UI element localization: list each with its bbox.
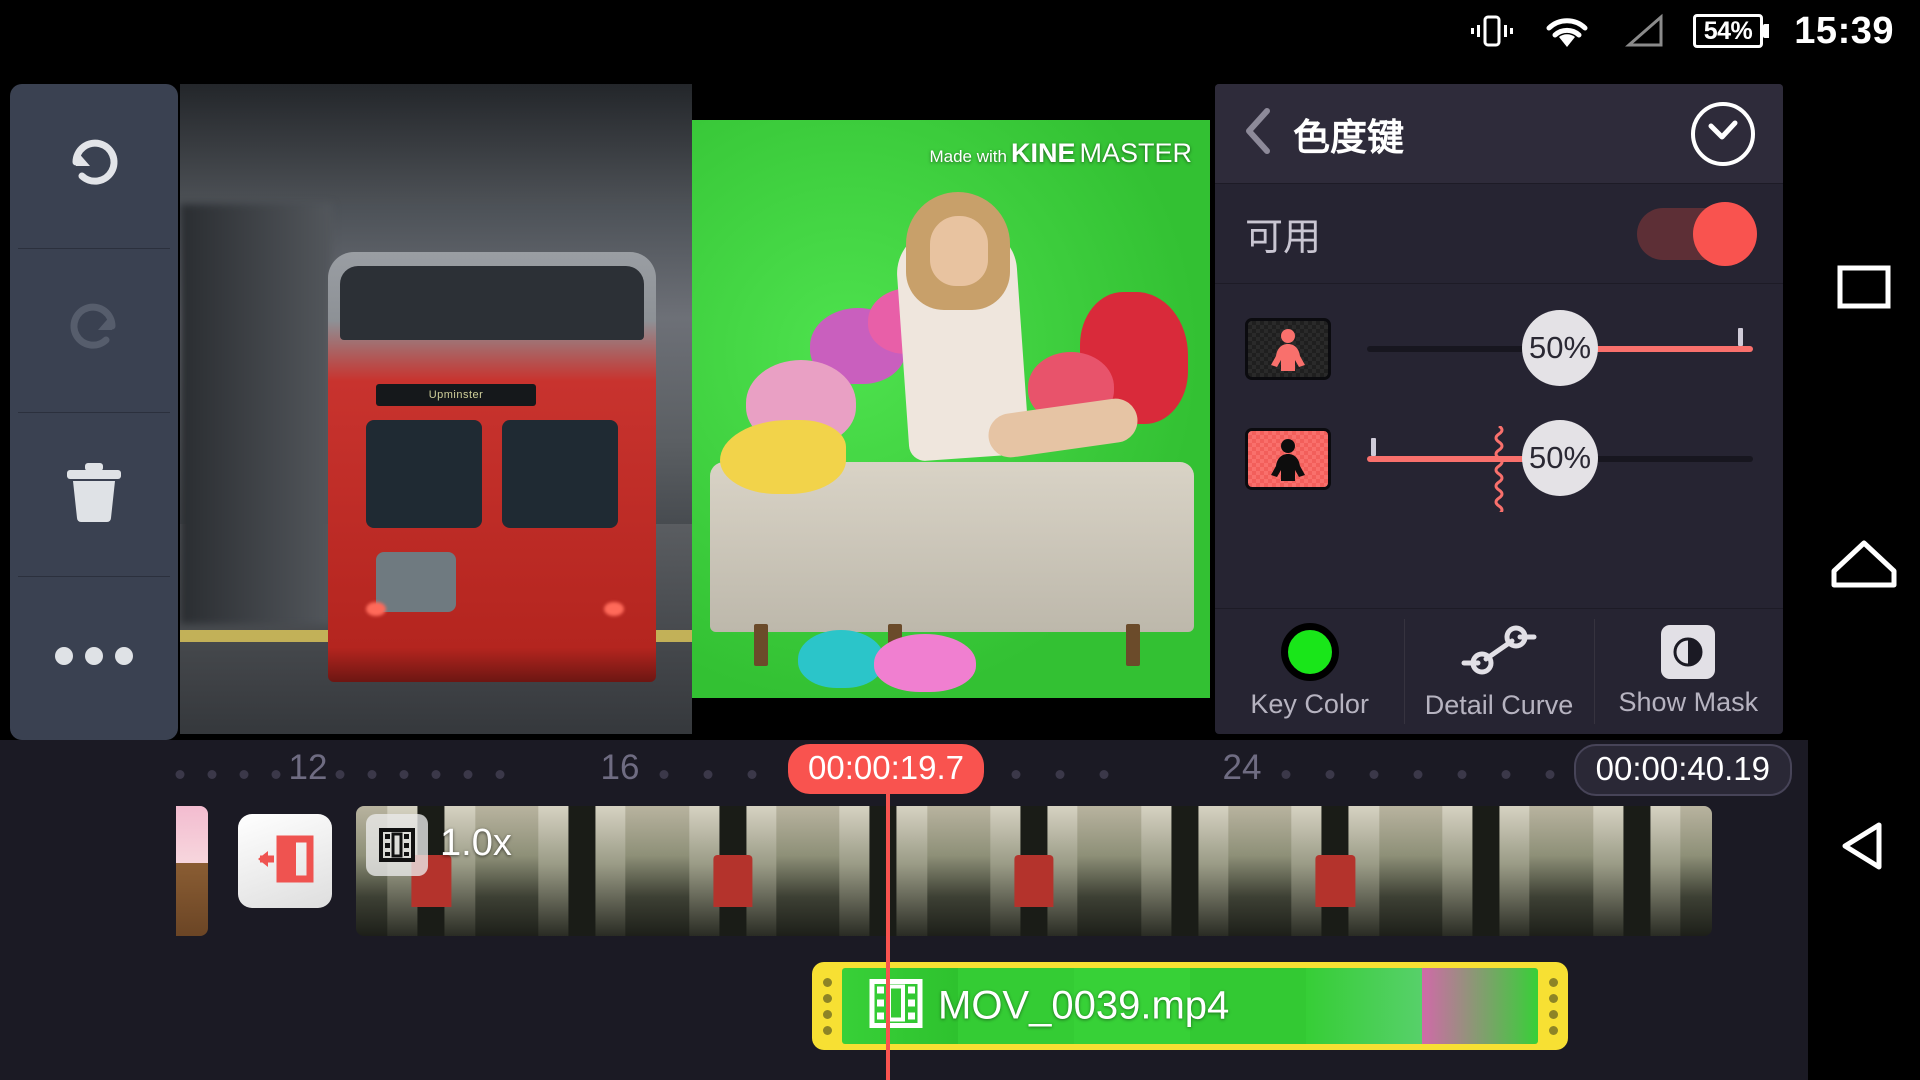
home-button[interactable] <box>1829 537 1899 596</box>
background-slider-track[interactable]: 50% <box>1367 418 1753 500</box>
toolbar-group-primary <box>10 84 178 740</box>
foreground-slider-track[interactable]: 50% <box>1367 308 1753 390</box>
redo-icon <box>56 290 132 371</box>
key-color-label: Key Color <box>1250 689 1369 719</box>
panel-title: 色度键 <box>1293 116 1404 158</box>
total-duration-badge[interactable]: 00:00:40.19 <box>1573 744 1792 796</box>
panel-header: 色度键 <box>1215 84 1783 184</box>
chroma-enable-label: 可用 <box>1245 217 1322 259</box>
battery-level: 54% <box>1703 16 1753 45</box>
panel-back-button[interactable] <box>1237 107 1279 160</box>
kinemaster-watermark: Made with KINE MASTER <box>929 138 1192 169</box>
timeline-clip-previous[interactable] <box>176 806 208 936</box>
chroma-enable-row[interactable]: 可用 <box>1215 184 1783 284</box>
clip-layer-filename: MOV_0039.mp4 <box>938 983 1230 1028</box>
toggle-knob <box>1693 201 1757 266</box>
ruler-label: 16 <box>600 748 640 787</box>
foreground-slider-knob[interactable]: 50% <box>1522 310 1598 386</box>
watermark-prefix: Made with <box>929 147 1007 166</box>
clip-handle-left[interactable] <box>812 977 842 1035</box>
chroma-enable-toggle[interactable] <box>1637 201 1757 266</box>
train-destination-sign: Upminster <box>376 384 536 406</box>
android-nav-bar <box>1808 62 1920 1080</box>
timeline-ruler[interactable]: 12 16 24 28 <box>175 740 1808 794</box>
curve-nodes-icon <box>1460 623 1538 682</box>
undo-button[interactable] <box>10 84 178 248</box>
undo-icon <box>56 126 132 207</box>
vibrate-icon <box>1469 11 1515 51</box>
recents-button[interactable] <box>1835 262 1893 317</box>
timeline-clip-main[interactable]: 1.0x <box>356 806 1712 936</box>
signal-icon <box>1619 11 1667 51</box>
battery-indicator: 54% <box>1692 14 1770 48</box>
trash-icon <box>59 454 129 535</box>
silhouette-red-icon <box>1245 428 1331 490</box>
transition-button[interactable] <box>238 814 332 908</box>
background-slider-knob[interactable]: 50% <box>1522 420 1598 496</box>
status-clock: 15:39 <box>1794 9 1894 52</box>
show-mask-label: Show Mask <box>1618 687 1759 717</box>
slider-tick-mark <box>1370 438 1376 456</box>
playhead-time-badge[interactable]: 00:00:19.7 <box>788 744 984 794</box>
clip-layer-thumbnails: MOV_0039.mp4 <box>842 968 1538 1044</box>
detail-curve-label: Detail Curve <box>1424 689 1574 720</box>
preview-overlay-layer[interactable]: Made with KINE MASTER <box>692 120 1210 698</box>
ruler-label: 12 <box>288 748 328 787</box>
redo-button[interactable] <box>10 248 178 412</box>
slider-link-spring <box>1491 424 1507 516</box>
wifi-icon <box>1541 11 1593 51</box>
slider-tick-mark <box>1737 328 1743 346</box>
playhead-line[interactable] <box>886 786 890 1080</box>
recents-square-icon <box>1835 265 1893 316</box>
back-triangle-icon <box>1835 822 1893 879</box>
foreground-slider-value: 50% <box>1528 330 1592 365</box>
half-circle-icon <box>1661 625 1716 679</box>
clip-handle-right[interactable] <box>1538 977 1568 1035</box>
transition-in-icon <box>256 833 314 890</box>
ruler-label: 24 <box>1222 748 1262 787</box>
film-strip-icon <box>868 977 924 1036</box>
watermark-bold: KINE <box>1010 138 1076 168</box>
watermark-thin: MASTER <box>1079 138 1192 168</box>
status-bar: 54% 15:39 <box>0 0 1920 62</box>
preview-background-video: Upminster <box>180 84 692 734</box>
panel-confirm-button[interactable] <box>1691 101 1755 166</box>
more-options-button[interactable] <box>10 576 178 740</box>
back-button[interactable] <box>1835 817 1893 880</box>
preview-area[interactable]: Upminster Made with KINE MASTER <box>180 84 1210 734</box>
chroma-key-panel: 色度键 可用 50% 50% Key Color Detail Curve Sh… <box>1215 84 1783 734</box>
show-mask-button[interactable]: Show Mask <box>1593 609 1783 734</box>
timeline[interactable]: 12 16 24 28 <box>0 740 1808 1080</box>
home-icon <box>1829 540 1899 595</box>
chevron-left-icon <box>1241 107 1275 160</box>
silhouette-dark-icon <box>1245 318 1331 380</box>
clip-speed-label: 1.0x <box>440 822 512 864</box>
foreground-threshold-slider[interactable]: 50% <box>1245 308 1753 390</box>
kinemaster-app: 54% 15:39 Upminster Made with KINE MASTE… <box>0 0 1920 1080</box>
delete-button[interactable] <box>10 412 178 576</box>
green-circle-icon <box>1280 623 1339 681</box>
timeline-clip-layer-selected[interactable]: MOV_0039.mp4 <box>812 962 1568 1050</box>
check-circle-icon <box>1706 118 1740 149</box>
detail-curve-button[interactable]: Detail Curve <box>1404 609 1593 734</box>
key-color-button[interactable]: Key Color <box>1215 609 1404 734</box>
background-slider-value: 50% <box>1528 440 1592 475</box>
chroma-action-bar: Key Color Detail Curve Show Mask <box>1215 608 1783 734</box>
film-strip-icon <box>366 814 428 876</box>
chroma-sliders: 50% 50% <box>1215 284 1783 546</box>
ellipsis-icon <box>52 644 136 673</box>
